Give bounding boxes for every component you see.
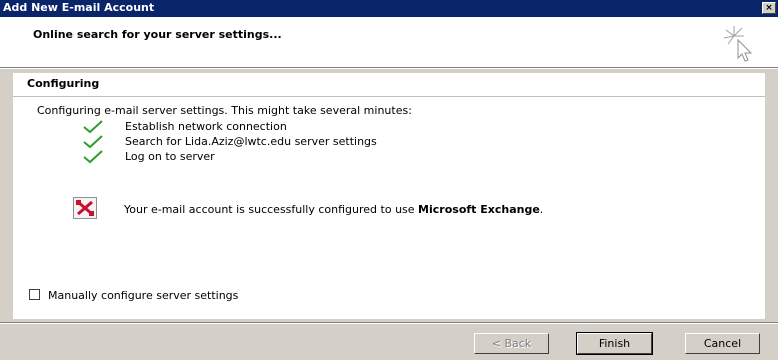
wizard-header: Online search for your server settings..… [0,17,778,67]
header-divider-highlight [0,68,778,69]
exchange-icon [73,197,97,219]
cancel-button[interactable]: Cancel [685,333,760,354]
success-suffix: . [539,203,544,216]
intro-text: Configuring e-mail server settings. This… [37,104,412,117]
manual-config-checkbox[interactable] [29,289,40,300]
back-button[interactable]: < Back [474,333,549,354]
title-bar: Add New E-mail Account × [0,0,778,17]
manual-config-label[interactable]: Manually configure server settings [48,289,238,302]
panel-title: Configuring [27,77,100,90]
product-name: Microsoft Exchange [418,203,540,216]
step-label: Search for Lida.Aziz@lwtc.edu server set… [125,135,377,148]
window-title: Add New E-mail Account [3,1,155,14]
step-label: Log on to server [125,150,215,163]
panel-divider [13,96,765,97]
header-title: Online search for your server settings..… [33,28,282,41]
finish-button[interactable]: Finish [576,332,653,355]
close-icon: × [765,3,773,13]
wizard-cursor-icon [723,26,753,62]
checkmark-icon [83,135,103,149]
checkmark-icon [83,150,103,164]
footer-divider-highlight [0,323,778,324]
checkmark-icon [83,120,103,134]
configuring-panel: Configuring Configuring e-mail server se… [13,73,765,319]
step-label: Establish network connection [125,120,287,133]
success-message: Your e-mail account is successfully conf… [124,203,543,216]
success-text: Your e-mail account is successfully conf… [124,203,419,216]
close-button[interactable]: × [762,2,776,14]
